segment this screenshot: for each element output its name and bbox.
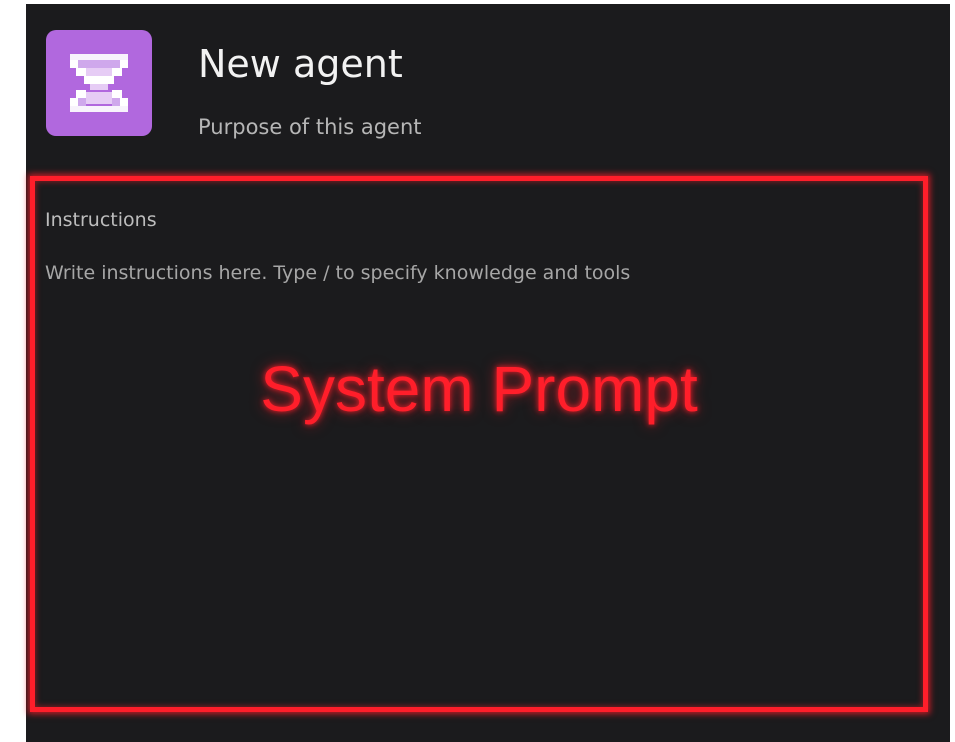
instructions-label: Instructions bbox=[45, 209, 157, 231]
agent-avatar[interactable] bbox=[46, 30, 152, 136]
system-prompt-annotation: System Prompt bbox=[260, 353, 698, 425]
agent-purpose[interactable]: Purpose of this agent bbox=[198, 112, 422, 142]
instructions-input[interactable] bbox=[41, 255, 901, 291]
instructions-section: Instructions System Prompt bbox=[30, 176, 928, 712]
agent-editor-panel: New agent Purpose of this agent Instruct… bbox=[26, 4, 950, 742]
pixel-hourglass-icon bbox=[70, 54, 128, 112]
agent-name[interactable]: New agent bbox=[198, 40, 403, 88]
